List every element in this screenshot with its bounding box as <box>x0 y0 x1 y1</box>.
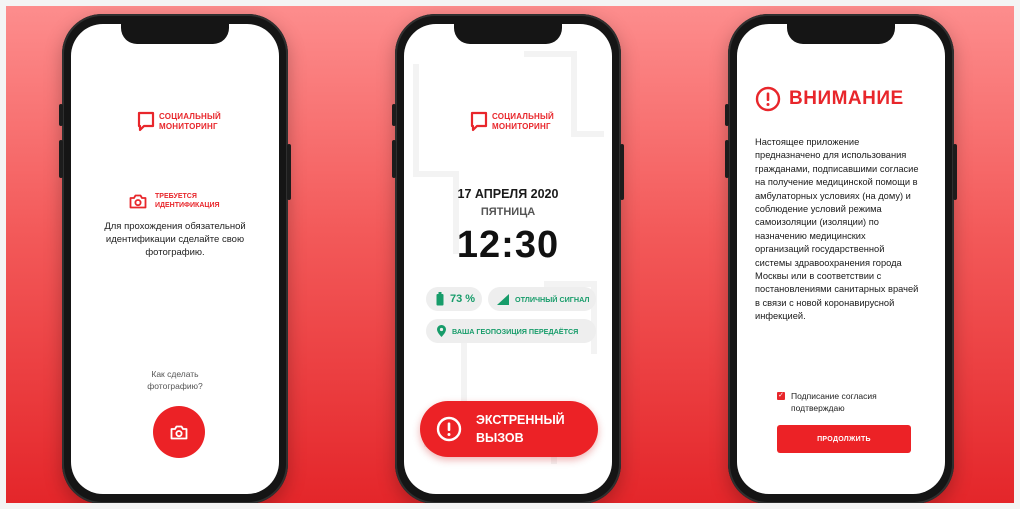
desc-line: идентификации сделайте свою <box>105 234 245 245</box>
notice-line: в связи с новой коронавирусной <box>755 297 895 308</box>
notch <box>454 24 562 44</box>
battery-pill: 73 % <box>426 287 482 311</box>
notice-line: амбулаторных условиях (на дому) и <box>755 190 911 201</box>
screen-consent: ВНИМАНИЕ Настоящее приложение предназнач… <box>737 24 945 494</box>
emergency-call-button[interactable]: ЭКСТРЕННЫЙ ВЫЗОВ <box>420 401 598 457</box>
ident-line-2: ИДЕНТИФИКАЦИЯ <box>155 202 220 209</box>
camera-icon <box>129 194 147 208</box>
current-weekday: ПЯТНИЦА <box>480 206 536 218</box>
notice-line: гражданами, подписавшими согласие <box>755 163 919 174</box>
how-to-line: Как сделать <box>151 369 199 379</box>
notch <box>787 24 895 44</box>
logo-line-2: МОНИТОРИНГ <box>492 122 551 131</box>
power-button <box>620 144 624 200</box>
alert-circle-icon <box>755 86 781 112</box>
continue-button[interactable]: ПРОДОЛЖИТЬ <box>777 425 911 453</box>
chat-bubble-icon <box>137 111 155 132</box>
screen-identification: СОЦИАЛЬНЫЙ МОНИТОРИНГ ТРЕБУЕТСЯ ИДЕНТИФИ… <box>71 24 279 494</box>
chat-bubble-icon <box>470 111 488 132</box>
identification-description: Для прохождения обязательной идентификац… <box>71 220 279 259</box>
volume-button <box>392 140 396 178</box>
notice-line: назначению медицинских <box>755 230 866 241</box>
notice-line: Москвы или в соответствии с <box>755 271 882 282</box>
notice-line: самоизоляции (изоляции) по <box>755 217 879 228</box>
how-to-photo-link[interactable]: Как сделать фотографию? <box>71 368 279 392</box>
identification-required: ТРЕБУЕТСЯ ИДЕНТИФИКАЦИЯ <box>129 192 220 210</box>
logo-line-2: МОНИТОРИНГ <box>159 122 218 131</box>
power-button <box>953 144 957 200</box>
battery-icon <box>436 292 444 306</box>
phone-identification: СОЦИАЛЬНЫЙ МОНИТОРИНГ ТРЕБУЕТСЯ ИДЕНТИФИ… <box>59 14 291 503</box>
camera-icon <box>170 425 188 439</box>
consent-checkbox[interactable]: ✓ <box>777 392 785 400</box>
alert-circle-icon <box>436 416 462 442</box>
volume-button <box>725 140 729 178</box>
phone-status: СОЦИАЛЬНЫЙ МОНИТОРИНГ 17 АПРЕЛЯ 2020 ПЯТ… <box>392 14 624 503</box>
geo-status: ВАША ГЕОПОЗИЦИЯ ПЕРЕДАЁТСЯ <box>452 326 579 336</box>
battery-level: 73 % <box>450 293 476 305</box>
emergency-line-1: ЭКСТРЕННЫЙ <box>476 413 565 427</box>
ident-line-1: ТРЕБУЕТСЯ <box>155 193 197 200</box>
app-logo: СОЦИАЛЬНЫЙ МОНИТОРИНГ <box>137 111 221 133</box>
desc-line: фотографию. <box>145 247 205 258</box>
signal-icon <box>497 293 509 305</box>
warning-title: ВНИМАНИЕ <box>789 88 904 109</box>
consent-label: Подписание согласия подтверждаю <box>791 390 901 414</box>
notice-line: постановлениями санитарных врачей <box>755 284 919 295</box>
screen-status: СОЦИАЛЬНЫЙ МОНИТОРИНГ 17 АПРЕЛЯ 2020 ПЯТ… <box>404 24 612 494</box>
location-pin-icon <box>437 325 446 337</box>
notice-line: Настоящее приложение <box>755 137 860 147</box>
notice-line: организаций государственной <box>755 244 885 255</box>
geo-pill: ВАША ГЕОПОЗИЦИЯ ПЕРЕДАЁТСЯ <box>426 319 596 343</box>
notice-line: на получение медицинской помощи в <box>755 177 918 188</box>
notch <box>121 24 229 44</box>
emergency-line-2: ВЫЗОВ <box>476 431 524 445</box>
notice-line: предназначено для использования <box>755 150 907 161</box>
how-to-line: фотографию? <box>147 381 203 391</box>
consent-agreement: ✓ Подписание согласия подтверждаю <box>777 390 901 414</box>
agree-line: подтверждаю <box>791 403 845 413</box>
phone-consent: ВНИМАНИЕ Настоящее приложение предназнач… <box>725 14 957 503</box>
current-date: 17 АПРЕЛЯ 2020 <box>457 187 559 201</box>
app-logo: СОЦИАЛЬНЫЙ МОНИТОРИНГ <box>470 111 554 133</box>
promo-canvas: СОЦИАЛЬНЫЙ МОНИТОРИНГ ТРЕБУЕТСЯ ИДЕНТИФИ… <box>6 6 1014 503</box>
signal-status: ОТЛИЧНЫЙ СИГНАЛ <box>515 294 590 304</box>
notice-line: инфекцией. <box>755 311 806 322</box>
consent-notice: Настоящее приложение предназначено для и… <box>755 136 935 324</box>
agree-line: Подписание согласия <box>791 391 877 401</box>
volume-button <box>725 104 729 126</box>
logo-line-1: СОЦИАЛЬНЫЙ <box>159 112 221 121</box>
notice-line: соблюдение условий режима <box>755 204 882 215</box>
signal-pill: ОТЛИЧНЫЙ СИГНАЛ <box>488 287 596 311</box>
volume-button <box>59 104 63 126</box>
take-photo-button[interactable] <box>153 406 205 458</box>
warning-header: ВНИМАНИЕ <box>755 86 904 112</box>
volume-button <box>59 140 63 178</box>
power-button <box>287 144 291 200</box>
logo-line-1: СОЦИАЛЬНЫЙ <box>492 112 554 121</box>
desc-line: Для прохождения обязательной <box>104 221 246 232</box>
volume-button <box>392 104 396 126</box>
notice-line: системы здравоохранения города <box>755 257 902 268</box>
current-time: 12:30 <box>456 224 560 266</box>
